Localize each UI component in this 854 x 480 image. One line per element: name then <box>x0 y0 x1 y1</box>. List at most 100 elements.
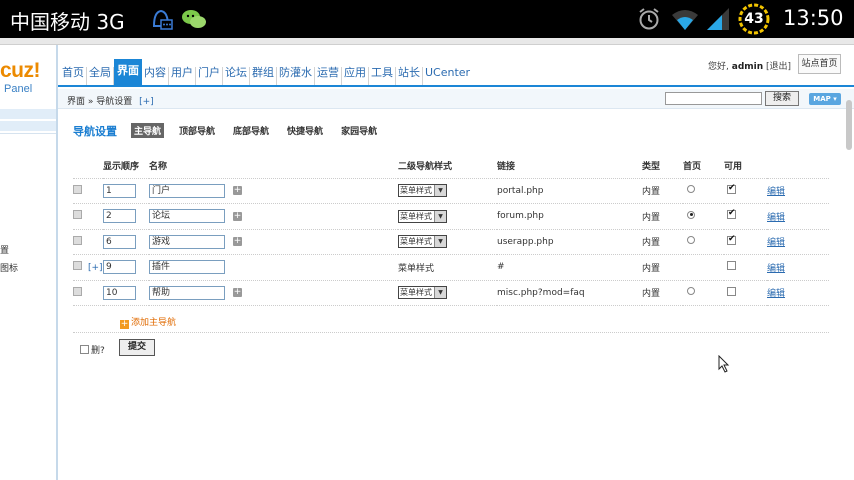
edit-link[interactable]: 编辑 <box>767 213 785 223</box>
add-shortcut-link[interactable]: [+] <box>139 97 154 107</box>
search-button[interactable]: 搜索 <box>765 91 799 106</box>
home-radio[interactable] <box>687 287 695 296</box>
nav-item[interactable]: 用户 <box>169 67 196 85</box>
subtab[interactable]: 主导航 <box>131 123 165 138</box>
qq-notification-icon <box>152 9 173 30</box>
battery-level: 43 <box>744 11 764 27</box>
nav-item[interactable]: 防灌水 <box>277 67 315 85</box>
order-input[interactable]: 2 <box>103 209 136 224</box>
home-radio[interactable] <box>687 185 695 194</box>
order-cell: 6 <box>103 229 149 255</box>
row-checkbox[interactable] <box>73 235 82 245</box>
nav-item[interactable]: 站长 <box>396 67 423 85</box>
expand-plus-icon[interactable]: + <box>233 211 242 221</box>
search-input[interactable] <box>665 92 762 105</box>
wechat-icon <box>182 10 206 28</box>
logout-link[interactable]: [退出] <box>766 62 791 72</box>
subtab[interactable]: 顶部导航 <box>176 123 218 138</box>
row-checkbox[interactable] <box>73 261 82 271</box>
subtab[interactable]: 家园导航 <box>338 123 380 138</box>
delete-checkbox[interactable] <box>80 345 89 354</box>
style-select[interactable]: 菜单样式 ▼ <box>398 235 447 249</box>
nav-item[interactable]: 工具 <box>369 67 396 85</box>
nav-item[interactable]: 首页 <box>60 67 87 85</box>
enabled-checkbox[interactable] <box>727 234 736 245</box>
edit-cell: 编辑 <box>767 280 829 306</box>
add-sub-nav-link[interactable]: [+] <box>88 263 103 273</box>
link-cell: portal.php <box>497 178 642 204</box>
map-button[interactable]: MAP ▾ <box>809 93 841 105</box>
sidebar-item[interactable]: 置 <box>0 243 9 256</box>
link-cell: forum.php <box>497 203 642 230</box>
name-input[interactable]: 帮助 <box>149 285 225 300</box>
submit-button[interactable]: 提交 <box>119 339 155 356</box>
table-row: 6 游戏 + 菜单样式▼ userapp.php 内置 编辑 <box>73 229 829 255</box>
order-input[interactable]: 1 <box>103 183 136 198</box>
delete-toggle[interactable]: 删? <box>80 343 105 356</box>
order-input[interactable]: 10 <box>103 285 136 300</box>
edit-link[interactable]: 编辑 <box>767 264 785 274</box>
sidebar-active-item[interactable] <box>0 109 56 119</box>
order-cell: 1 <box>103 178 149 204</box>
scrollbar[interactable] <box>846 100 852 150</box>
name-input[interactable]: 门户 <box>149 183 225 198</box>
sidebar-item[interactable]: 图标 <box>0 261 18 274</box>
expand-plus-icon[interactable]: + <box>233 288 242 298</box>
enabled-checkbox[interactable] <box>727 261 736 271</box>
row-checkbox[interactable] <box>73 210 82 220</box>
enabled-checkbox[interactable] <box>727 183 736 194</box>
style-select[interactable]: 菜单样式 ▼ <box>398 209 447 223</box>
style-select[interactable]: 菜单样式 ▼ <box>398 286 447 300</box>
name-input[interactable]: 插件 <box>149 260 225 275</box>
nav-item[interactable]: 门户 <box>196 67 223 85</box>
col-order: 显示顺序 <box>103 154 149 179</box>
col-enabled: 可用 <box>724 154 767 179</box>
nav-item[interactable]: 应用 <box>342 67 369 85</box>
nav-item[interactable]: UCenter <box>423 67 472 85</box>
row-checkbox[interactable] <box>73 286 82 296</box>
site-home-button[interactable]: 站点首页 <box>798 54 841 74</box>
dropdown-arrow-icon: ▼ <box>434 185 446 197</box>
row-checkbox[interactable] <box>73 184 82 194</box>
edit-cell: 编辑 <box>767 203 829 230</box>
order-input[interactable]: 6 <box>103 234 136 249</box>
nav-item[interactable]: 全局 <box>87 67 114 85</box>
nav-item[interactable]: 界面 <box>114 59 142 85</box>
nav-item[interactable]: 群组 <box>250 67 277 85</box>
type-cell: 内置 <box>642 203 683 230</box>
sidebar-item-highlight[interactable] <box>0 121 56 131</box>
enabled-checkbox[interactable] <box>727 286 736 296</box>
edit-link[interactable]: 编辑 <box>767 238 785 248</box>
expand-plus-icon[interactable]: + <box>233 186 242 196</box>
enabled-cell <box>724 203 767 230</box>
name-input[interactable]: 论坛 <box>149 209 225 224</box>
enabled-checkbox[interactable] <box>727 208 736 220</box>
order-input[interactable]: 9 <box>103 260 136 275</box>
subtabs: 主导航 顶部导航 底部导航 快捷导航 家园导航 <box>131 123 392 138</box>
expand-plus-icon[interactable]: + <box>233 237 242 247</box>
subtab[interactable]: 底部导航 <box>230 123 272 138</box>
link-cell: userapp.php <box>497 229 642 255</box>
clock: 13:50 <box>783 6 844 30</box>
home-cell <box>683 178 724 204</box>
breadcrumb-path: 界面 » 导航设置 <box>67 97 133 107</box>
subtab[interactable]: 快捷导航 <box>284 123 326 138</box>
nav-item[interactable]: 运营 <box>315 67 342 85</box>
nav-item[interactable]: 内容 <box>142 67 169 85</box>
style-select-value: 菜单样式 <box>400 186 432 196</box>
home-radio[interactable] <box>687 236 695 245</box>
edit-link[interactable]: 编辑 <box>767 289 785 299</box>
row-select-cell <box>73 280 103 306</box>
breadcrumb: 界面 » 导航设置 [+] <box>67 94 154 107</box>
left-sidebar: cuz! Panel 置 图标 <box>0 45 58 480</box>
name-cell: 游戏 + <box>149 229 398 255</box>
name-cell: 插件 <box>149 254 398 281</box>
home-radio[interactable] <box>687 210 695 219</box>
name-cell: 论坛 + <box>149 203 398 230</box>
edit-link[interactable]: 编辑 <box>767 187 785 197</box>
style-select[interactable]: 菜单样式 ▼ <box>398 184 447 198</box>
col-home: 首页 <box>683 154 724 179</box>
name-input[interactable]: 游戏 <box>149 234 225 249</box>
nav-item[interactable]: 论坛 <box>223 67 250 85</box>
add-main-nav-link[interactable]: + 添加主导航 <box>120 315 176 329</box>
